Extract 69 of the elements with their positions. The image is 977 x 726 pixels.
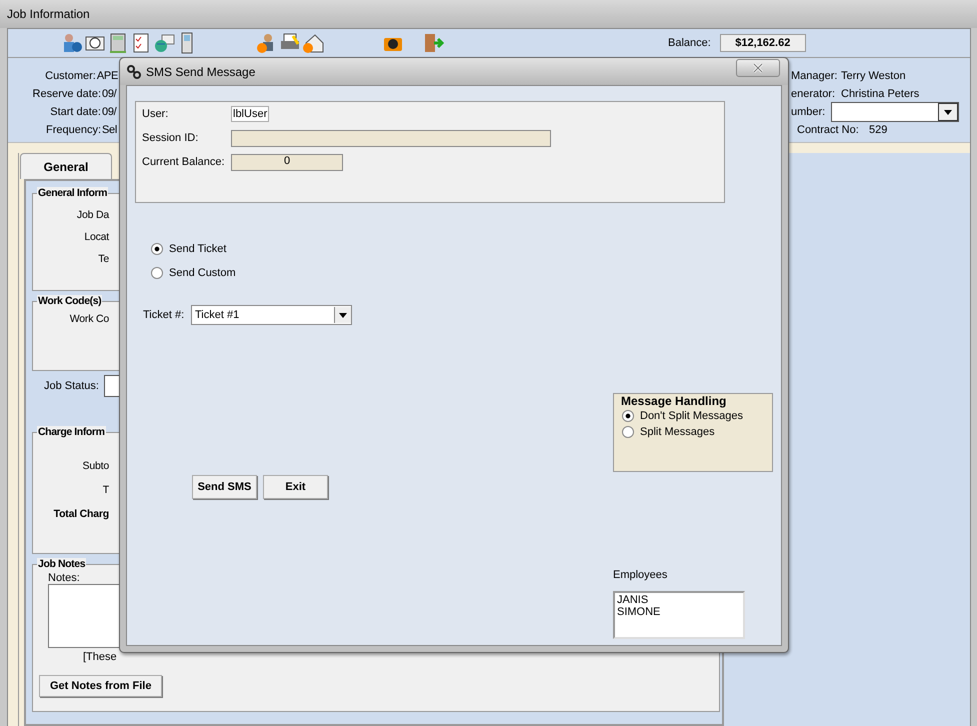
group-title: Message Handling <box>621 394 728 408</box>
user-value: lblUser <box>231 106 270 122</box>
field-label: Frequency: <box>44 124 101 136</box>
field-label: Start date: <box>49 106 101 118</box>
field-label: enerator: <box>791 88 836 100</box>
field-label: Manager: <box>791 70 837 82</box>
group-title: Job Notes <box>37 558 86 570</box>
radio-button[interactable] <box>622 410 634 422</box>
exit-door-icon[interactable] <box>422 32 444 54</box>
field-value: 09/ <box>102 106 116 118</box>
employee-item[interactable]: SIMONE <box>617 606 660 618</box>
close-icon <box>753 62 763 72</box>
globe-icon[interactable] <box>153 32 175 54</box>
radio-label: Don't Split Messages <box>640 410 743 422</box>
balance-value: $12,162.62 <box>720 34 806 52</box>
radio-label: Send Custom <box>169 267 236 279</box>
chain-icon <box>126 64 142 80</box>
close-button[interactable] <box>736 58 780 76</box>
session-id-field[interactable] <box>231 130 551 146</box>
field-label: Contract No: <box>796 124 860 136</box>
caret-icon <box>339 312 347 318</box>
field-label: Customer: <box>44 70 96 82</box>
people-icon[interactable] <box>61 32 83 54</box>
field-label: Work Co <box>68 313 109 325</box>
notes-field[interactable] <box>48 584 120 648</box>
window-title: Job Information <box>7 7 90 21</box>
field-value: 09/ <box>102 88 116 100</box>
dialog-button[interactable]: Send SMS <box>192 475 257 499</box>
field-label: User: <box>142 108 170 120</box>
field-label: Job Da <box>76 209 109 221</box>
radio-button[interactable] <box>151 267 163 279</box>
dropdown[interactable] <box>831 102 959 122</box>
field-label: Notes: <box>48 572 80 584</box>
radio-label: Split Messages <box>640 426 715 438</box>
group-title: Work Code(s) <box>37 295 102 307</box>
field-value: 529 <box>869 124 888 136</box>
field-label: Total Charg <box>52 508 109 520</box>
field-value: Terry Weston <box>841 70 906 82</box>
notes-hint: [These <box>83 651 117 663</box>
group-title: General Inform <box>37 187 108 199</box>
get-notes-button[interactable]: Get Notes from File <box>39 675 162 697</box>
field-label: umber: <box>791 106 826 118</box>
field-label: T <box>102 484 109 496</box>
dialog-title: SMS Send Message <box>146 64 256 78</box>
group-title: Charge Inform <box>37 426 106 438</box>
field-label: Current Balance: <box>142 156 226 168</box>
dialog-button[interactable]: Exit <box>263 475 328 499</box>
employees-label: Employees <box>613 569 668 581</box>
field-label: Te <box>97 253 109 265</box>
field-value: Sel <box>102 124 117 136</box>
radio-button[interactable] <box>151 243 163 255</box>
ticket-dropdown[interactable]: Ticket #1 <box>191 305 352 325</box>
balance-field[interactable]: 0 <box>231 154 343 170</box>
field-label: Reserve date: <box>32 88 101 100</box>
employee-item[interactable]: JANIS <box>617 594 648 606</box>
field-label: Subto <box>82 460 109 472</box>
radio-label: Send Ticket <box>169 243 226 255</box>
calculator-icon[interactable] <box>107 32 129 54</box>
caret-icon <box>944 110 952 114</box>
balance-label: Balance: <box>668 37 711 49</box>
field-value: Christina Peters <box>841 88 920 100</box>
field-label: Locat <box>83 231 109 243</box>
tab[interactable]: General <box>20 153 112 179</box>
field-label: Ticket #: <box>143 309 186 321</box>
house-icon[interactable] <box>302 32 324 54</box>
field-label: Job Status: <box>42 380 99 392</box>
field-value: APE <box>96 70 118 82</box>
radio-button[interactable] <box>622 426 634 438</box>
field-label: Session ID: <box>142 132 200 144</box>
